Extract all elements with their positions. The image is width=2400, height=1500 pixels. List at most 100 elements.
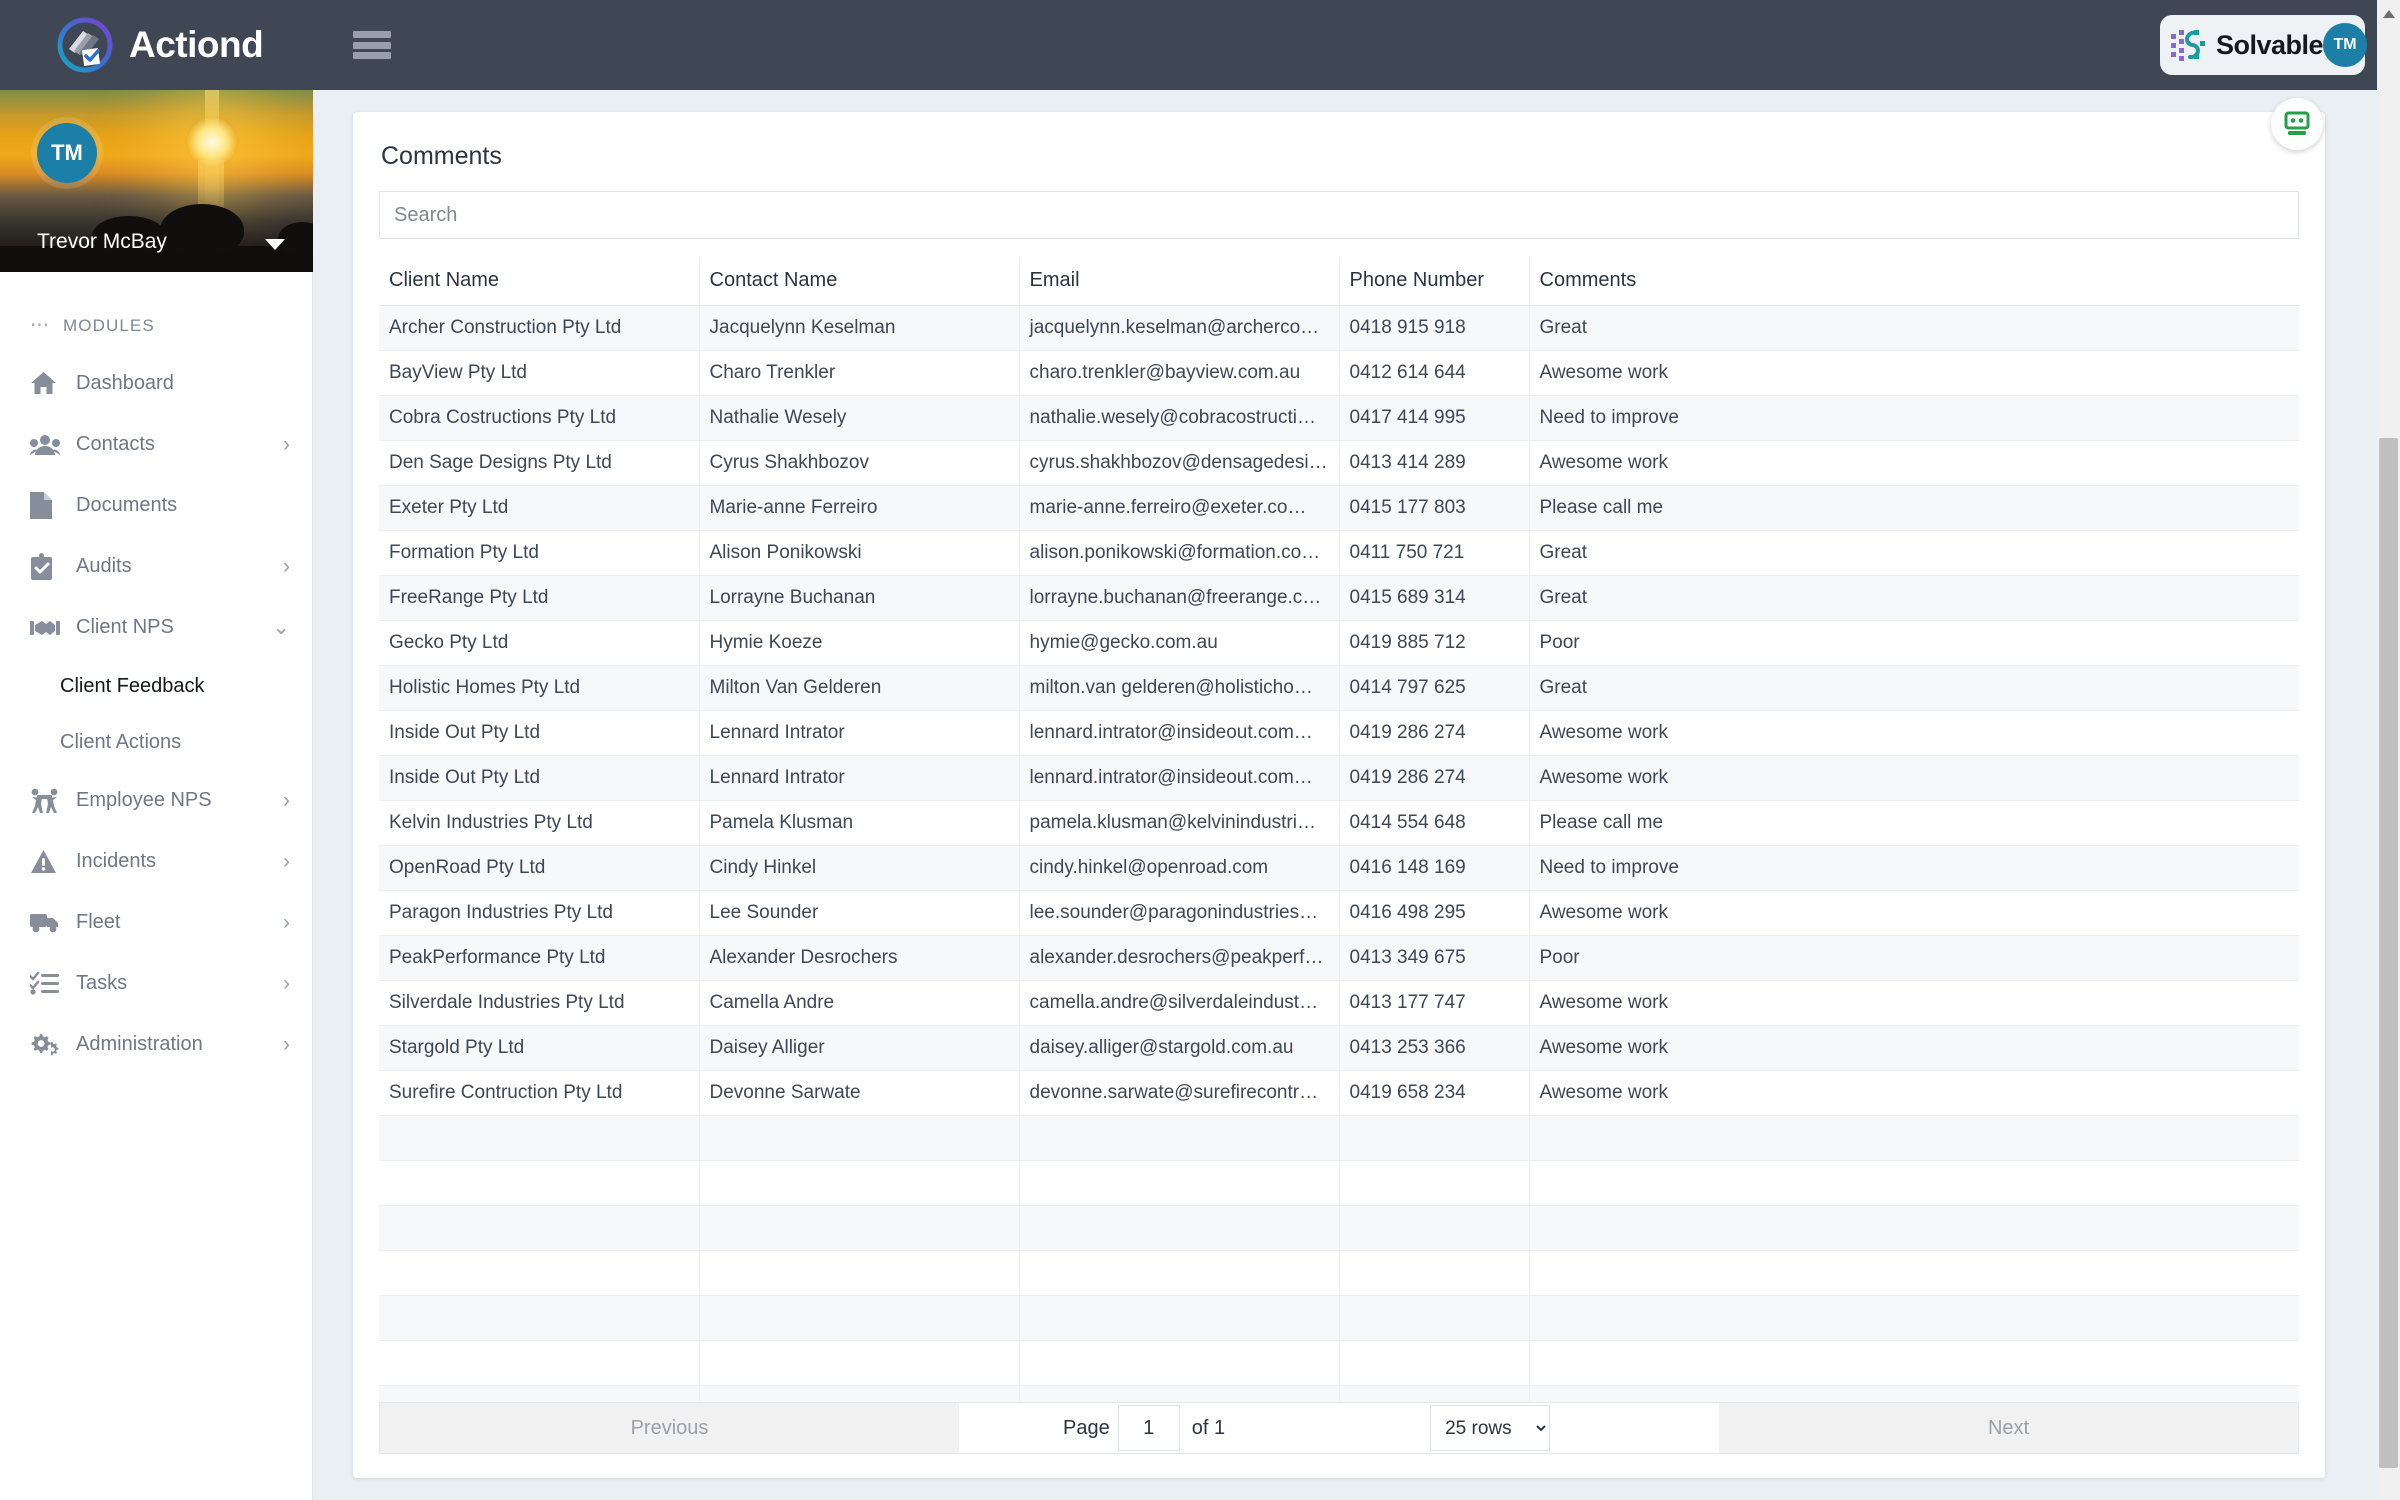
column-header-phone-number[interactable]: Phone Number [1339, 257, 1530, 306]
sidebar-item-tasks[interactable]: Tasks › [0, 953, 312, 1014]
gears-icon [30, 1031, 62, 1059]
sidebar-item-client-nps[interactable]: Client NPS ⌄ [0, 597, 312, 658]
user-name: Trevor McBay [37, 230, 167, 253]
sidebar-item-dashboard[interactable]: Dashboard [0, 353, 312, 414]
cell-email: lennard.intrator@insideout.com… [1019, 710, 1340, 756]
browser-scrollbar-thumb[interactable] [2379, 438, 2398, 1468]
cell-client-name: PeakPerformance Pty Ltd [379, 935, 700, 981]
cell-client-name [379, 1160, 700, 1206]
table-row[interactable]: Formation Pty Ltd Alison Ponikowski alison… [379, 530, 2299, 576]
column-header-contact-name[interactable]: Contact Name [699, 257, 1020, 306]
table-row[interactable] [379, 1160, 2299, 1206]
chevron-right-icon: › [283, 850, 290, 873]
table-row[interactable]: BayView Pty Ltd Charo Trenkler charo.trenk… [379, 350, 2299, 396]
chevron-right-icon: › [283, 433, 290, 456]
table-body: Archer Construction Pty Ltd Jacquelynn Ke… [379, 305, 2299, 1431]
cell-comments: Awesome work [1529, 440, 2299, 486]
cell-email: lorrayne.buchanan@freerange.c… [1019, 575, 1340, 621]
browser-scrollbar-track[interactable] [2377, 0, 2400, 1500]
cell-email: cindy.hinkel@openroad.com [1019, 845, 1340, 891]
sidebar-item-audits[interactable]: Audits › [0, 536, 312, 597]
hamburger-bar [353, 52, 392, 59]
sidebar-item-fleet[interactable]: Fleet › [0, 892, 312, 953]
hamburger-menu-icon[interactable] [353, 31, 392, 59]
sidebar-item-incidents[interactable]: Incidents › [0, 831, 312, 892]
sidebar-subitem-client-feedback[interactable]: Client Feedback [0, 658, 312, 714]
cell-contact-name: Cindy Hinkel [699, 845, 1020, 891]
cell-phone-number [1339, 1340, 1530, 1386]
user-profile-card[interactable]: TM Trevor McBay [0, 90, 313, 272]
page-number-input[interactable] [1117, 1405, 1180, 1451]
cell-contact-name: Daisey Alliger [699, 1025, 1020, 1071]
column-header-email[interactable]: Email [1019, 257, 1340, 306]
search-input[interactable] [379, 191, 2299, 239]
warning-triangle-icon [30, 848, 62, 876]
table-row[interactable]: Kelvin Industries Pty Ltd Pamela Klusman p… [379, 800, 2299, 846]
cell-client-name: Paragon Industries Pty Ltd [379, 890, 700, 936]
table-row[interactable]: PeakPerformance Pty Ltd Alexander Desroch… [379, 935, 2299, 981]
cell-contact-name [699, 1295, 1020, 1341]
cell-comments: Awesome work [1529, 755, 2299, 801]
cell-phone-number: 0419 286 274 [1339, 755, 1530, 801]
table-row[interactable]: Den Sage Designs Pty Ltd Cyrus Shakhbozov… [379, 440, 2299, 486]
cell-client-name: Formation Pty Ltd [379, 530, 700, 576]
sidebar-item-label: Client NPS [76, 616, 174, 638]
rows-per-page-select[interactable]: 25 rows50 rows100 rows [1430, 1405, 1551, 1451]
scroll-up-arrow-icon[interactable] [2383, 10, 2395, 18]
sidebar-subitem-client-actions[interactable]: Client Actions [0, 714, 312, 770]
table-row[interactable] [379, 1295, 2299, 1341]
solvable-badge[interactable]: Solvable TM [2160, 15, 2368, 75]
cell-email: pamela.klusman@kelvinindustri… [1019, 800, 1340, 846]
brand[interactable]: Actiond [57, 17, 264, 73]
chevron-right-icon: › [283, 1033, 290, 1056]
cell-comments [1529, 1115, 2299, 1161]
cell-contact-name: Lennard Intrator [699, 755, 1020, 801]
table-row[interactable] [379, 1115, 2299, 1161]
table-row[interactable]: Paragon Industries Pty Ltd Lee Sounder lee… [379, 890, 2299, 936]
sidebar-item-contacts[interactable]: Contacts › [0, 414, 312, 475]
cell-email: daisey.alliger@stargold.com.au [1019, 1025, 1340, 1071]
top-navigation-bar: Actiond Solvable TM [0, 0, 2400, 90]
column-header-client-name[interactable]: Client Name [379, 257, 700, 306]
table-row[interactable] [379, 1340, 2299, 1386]
table-row[interactable]: Exeter Pty Ltd Marie-anne Ferreiro marie-a… [379, 485, 2299, 531]
table-row[interactable]: Surefire Contruction Pty Ltd Devonne Sarw… [379, 1070, 2299, 1116]
table-row[interactable] [379, 1250, 2299, 1296]
cell-comments: Need to improve [1529, 845, 2299, 891]
chevron-down-icon: ⌄ [272, 616, 290, 639]
cell-comments [1529, 1160, 2299, 1206]
table-row[interactable]: Gecko Pty Ltd Hymie Koeze hymie@gecko.com.… [379, 620, 2299, 666]
solvable-tm-badge: TM [2323, 23, 2368, 67]
cell-phone-number: 0415 689 314 [1339, 575, 1530, 621]
sidebar-item-documents[interactable]: Documents [0, 475, 312, 536]
cell-contact-name: Jacquelynn Keselman [699, 305, 1020, 351]
table-row[interactable]: FreeRange Pty Ltd Lorrayne Buchanan lorray… [379, 575, 2299, 621]
table-row[interactable]: Inside Out Pty Ltd Lennard Intrator lennar… [379, 710, 2299, 756]
column-header-comments[interactable]: Comments [1529, 257, 2299, 306]
cell-contact-name: Lorrayne Buchanan [699, 575, 1020, 621]
cell-comments: Poor [1529, 620, 2299, 666]
table-row[interactable]: Cobra Costructions Pty Ltd Nathalie Wesel… [379, 395, 2299, 441]
cell-contact-name: Pamela Klusman [699, 800, 1020, 846]
cell-phone-number [1339, 1250, 1530, 1296]
sidebar-item-administration[interactable]: Administration › [0, 1014, 312, 1075]
cell-comments [1529, 1340, 2299, 1386]
cell-phone-number [1339, 1205, 1530, 1251]
sidebar-item-employee-nps[interactable]: Employee NPS › [0, 770, 312, 831]
table-row[interactable]: OpenRoad Pty Ltd Cindy Hinkel cindy.hinkel… [379, 845, 2299, 891]
table-row[interactable]: Inside Out Pty Ltd Lennard Intrator lennar… [379, 755, 2299, 801]
caret-down-icon[interactable] [265, 239, 285, 250]
cell-client-name [379, 1250, 700, 1296]
table-row[interactable] [379, 1205, 2299, 1251]
sidebar-item-label: Documents [76, 494, 178, 516]
previous-page-button[interactable]: Previous [380, 1403, 959, 1453]
table-row[interactable]: Stargold Pty Ltd Daisey Alliger daisey.all… [379, 1025, 2299, 1071]
robot-assistant-icon[interactable] [2271, 98, 2323, 150]
table-row[interactable]: Holistic Homes Pty Ltd Milton Van Geldere… [379, 665, 2299, 711]
sidebar-item-label: Fleet [76, 911, 121, 933]
next-page-button[interactable]: Next [1719, 1403, 2298, 1453]
table-row[interactable]: Silverdale Industries Pty Ltd Camella And… [379, 980, 2299, 1026]
table-header-row: Client Name Contact Name Email Phone Num… [379, 257, 2299, 306]
table-row[interactable]: Archer Construction Pty Ltd Jacquelynn Ke… [379, 305, 2299, 351]
cell-phone-number: 0413 349 675 [1339, 935, 1530, 981]
